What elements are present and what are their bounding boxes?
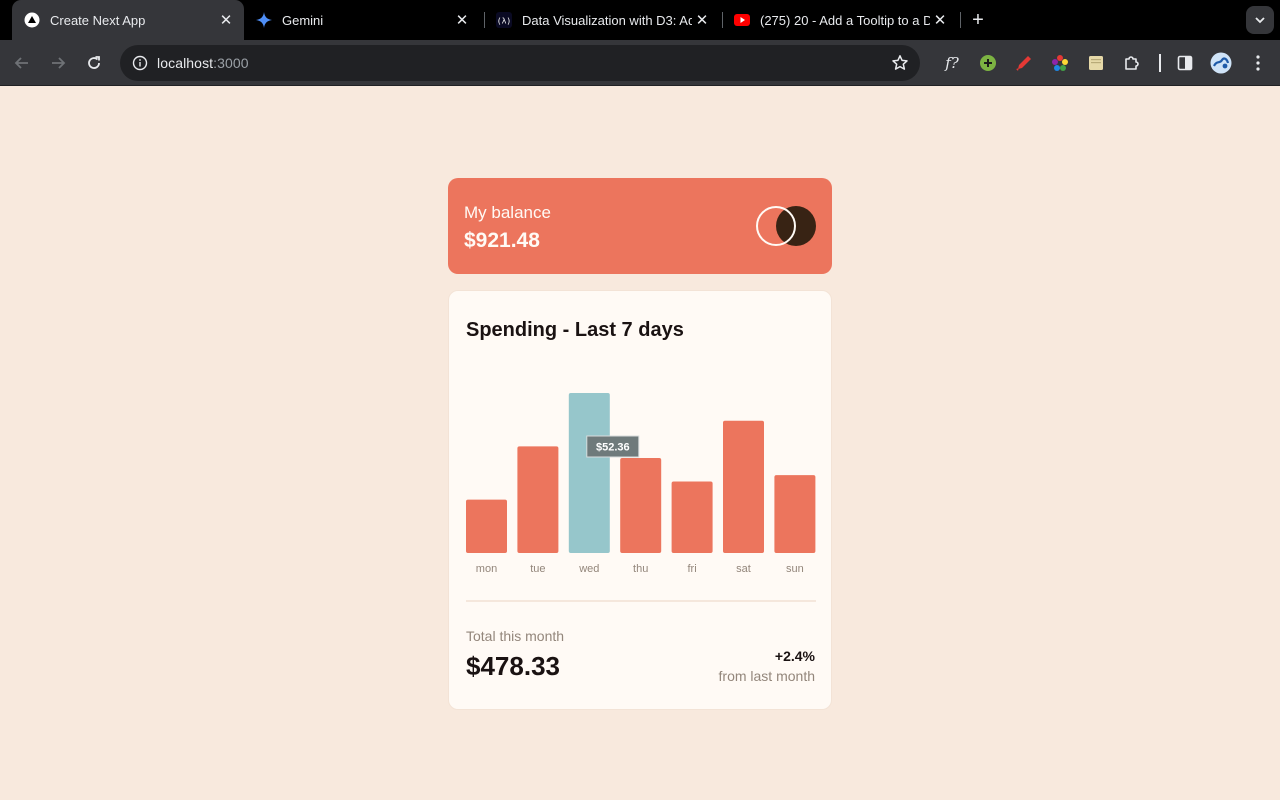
bar-sun[interactable] — [774, 475, 816, 553]
bar-wed[interactable] — [568, 393, 610, 553]
tab-strip: Create Next App ✕ Gemini ✕ (λ) Data Visu… — [0, 0, 1280, 40]
url-text: localhost:3000 — [157, 55, 249, 71]
chevron-down-icon — [1255, 17, 1265, 24]
bar-chart-svg: mon tue wed thu fri sat sun $52.36 — [466, 393, 816, 575]
tab-youtube-tooltip[interactable]: (275) 20 - Add a Tooltip to a D ✕ — [722, 0, 958, 40]
browser-toolbar: localhost:3000 f? — [0, 40, 1280, 86]
extensions-puzzle-icon[interactable] — [1120, 51, 1144, 75]
spending-chart: mon tue wed thu fri sat sun $52.36 — [449, 351, 833, 581]
tooltip-text: $52.36 — [596, 442, 630, 454]
site-info-icon[interactable] — [128, 51, 152, 75]
marker-extension-icon[interactable] — [1012, 51, 1036, 75]
youtube-icon — [734, 12, 750, 28]
spending-title: Spending - Last 7 days — [466, 319, 684, 341]
formula-text: f? — [945, 54, 959, 72]
tab-title: (275) 20 - Add a Tooltip to a D — [760, 12, 930, 28]
arrow-left-icon — [14, 57, 28, 69]
tab-title: Data Visualization with D3: Ad — [522, 12, 692, 28]
bar-sat[interactable] — [723, 420, 764, 553]
notes-extension-icon[interactable] — [1084, 51, 1108, 75]
svg-text:(λ): (λ) — [497, 17, 511, 26]
close-tab-icon[interactable]: ✕ — [216, 10, 236, 30]
tab-title: Create Next App — [50, 12, 146, 28]
bar-tooltip: $52.36 — [586, 435, 640, 458]
freecodecamp-icon: (λ) — [496, 12, 512, 28]
bar-thu[interactable] — [620, 458, 662, 553]
day-label-sat: sat — [736, 563, 751, 575]
formula-extension-icon[interactable]: f? — [940, 51, 964, 75]
arrow-right-icon — [52, 57, 66, 69]
balance-amount: $921.48 — [464, 229, 540, 252]
total-amount: $478.33 — [466, 651, 560, 681]
back-button[interactable] — [8, 49, 36, 77]
close-tab-icon[interactable]: ✕ — [452, 10, 472, 30]
url-host: localhost — [157, 55, 214, 71]
nextjs-icon — [24, 12, 40, 28]
bar-tue[interactable] — [517, 446, 559, 553]
total-label: Total this month — [466, 628, 565, 644]
change-percentage: +2.4% — [774, 648, 815, 664]
profile-avatar-icon[interactable] — [1209, 51, 1233, 75]
bar-mon[interactable] — [466, 499, 507, 553]
side-panel-icon[interactable] — [1173, 51, 1197, 75]
close-tab-icon[interactable]: ✕ — [692, 10, 712, 30]
balance-label: My balance — [464, 203, 551, 222]
color-picker-extension-icon[interactable] — [1048, 51, 1072, 75]
new-tab-button[interactable]: + — [966, 8, 990, 32]
address-bar[interactable]: localhost:3000 — [120, 45, 920, 81]
day-label-sun: sun — [786, 563, 804, 575]
gemini-icon — [256, 12, 272, 28]
add-extension-icon[interactable] — [976, 51, 1000, 75]
day-label-wed: wed — [578, 563, 599, 575]
tab-create-next-app[interactable]: Create Next App ✕ — [12, 0, 244, 40]
close-tab-icon[interactable]: ✕ — [930, 10, 950, 30]
bar-fri[interactable] — [671, 481, 713, 553]
reload-button[interactable] — [80, 49, 108, 77]
tab-search-button[interactable] — [1246, 6, 1274, 34]
day-label-thu: thu — [633, 563, 648, 575]
reload-icon — [88, 56, 100, 69]
spending-card: Spending - Last 7 days mon tue wed thu fri sa… — [448, 290, 832, 710]
tab-gemini[interactable]: Gemini ✕ — [244, 0, 480, 40]
menu-kebab-icon[interactable] — [1246, 51, 1270, 75]
forward-button[interactable] — [44, 49, 72, 77]
day-label-fri: fri — [688, 563, 697, 575]
day-label-mon: mon — [476, 563, 497, 575]
balance-card: My balance $921.48 — [448, 178, 832, 274]
tab-separator — [960, 12, 961, 28]
day-label-tue: tue — [530, 563, 545, 575]
url-port: :3000 — [213, 55, 249, 71]
divider — [466, 600, 816, 602]
tab-d3-course[interactable]: (λ) Data Visualization with D3: Ad ✕ — [484, 0, 720, 40]
bookmark-star-icon[interactable] — [888, 51, 912, 75]
change-label: from last month — [718, 668, 815, 684]
tab-title: Gemini — [282, 12, 324, 28]
logo-icon — [756, 206, 816, 246]
toolbar-divider — [1159, 54, 1161, 72]
